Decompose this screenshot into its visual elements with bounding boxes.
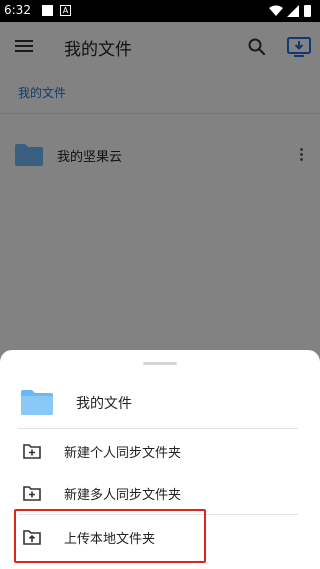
divider bbox=[18, 428, 298, 429]
folder-icon bbox=[21, 390, 53, 415]
notification-a-icon: A bbox=[60, 5, 71, 16]
notification-icon bbox=[42, 5, 53, 16]
sheet-title: 我的文件 bbox=[76, 396, 132, 412]
folder-add-icon bbox=[23, 444, 41, 459]
battery-icon bbox=[304, 5, 311, 17]
highlight-box bbox=[14, 509, 206, 563]
wifi-icon bbox=[269, 5, 283, 16]
status-icons bbox=[269, 5, 311, 17]
status-bar: 6:32 A bbox=[0, 0, 320, 22]
bottom-sheet: 我的文件 新建个人同步文件夹 新建多人同步文件夹 上传本地文件夹 bbox=[0, 350, 320, 569]
new-personal-sync-folder-option[interactable]: 新建个人同步文件夹 bbox=[0, 430, 320, 472]
signal-icon bbox=[287, 5, 299, 17]
sheet-drag-handle[interactable] bbox=[143, 362, 177, 365]
option-label: 新建多人同步文件夹 bbox=[64, 488, 182, 503]
status-time: 6:32 bbox=[4, 3, 31, 17]
folder-add-icon bbox=[23, 486, 41, 501]
new-shared-sync-folder-option[interactable]: 新建多人同步文件夹 bbox=[0, 472, 320, 514]
option-label: 新建个人同步文件夹 bbox=[64, 446, 182, 461]
